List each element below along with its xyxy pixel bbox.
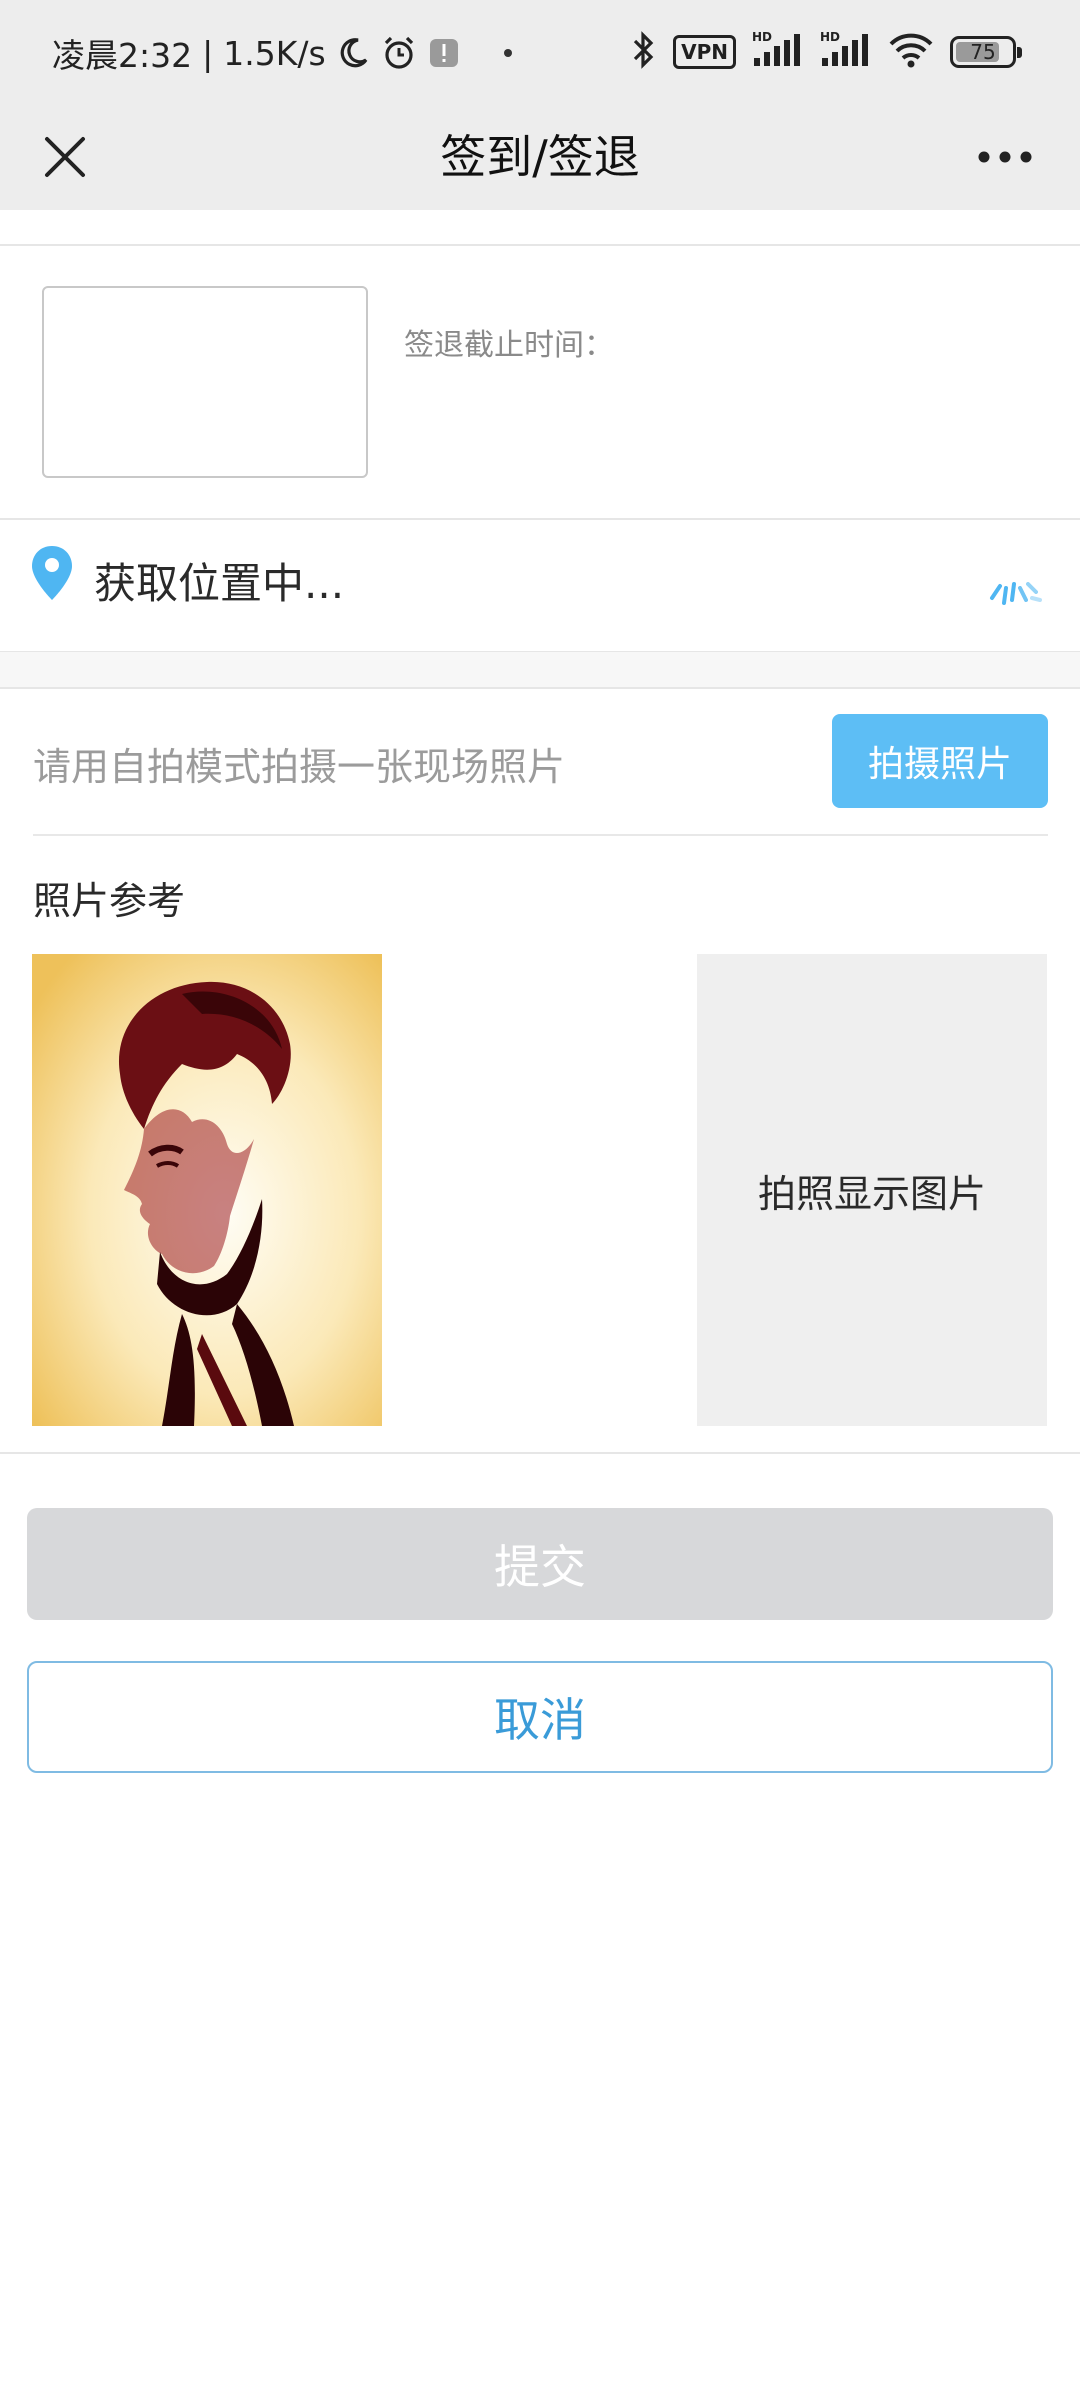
checkin-thumbnail: [42, 286, 368, 478]
submit-button[interactable]: 提交: [27, 1508, 1053, 1620]
more-icon: [978, 151, 1032, 163]
status-bar-left: 凌晨2:32 | 1.5K/s: [52, 30, 512, 76]
battery-icon: 75: [950, 36, 1022, 68]
photo-placeholder-text: 拍照显示图片: [757, 1171, 986, 1216]
status-time: 凌晨2:32: [52, 36, 193, 75]
location-pin-icon: [32, 546, 72, 600]
photo-reference-title: 照片参考: [33, 879, 186, 923]
moon-icon: [336, 36, 370, 70]
status-dot: [503, 49, 512, 57]
section-gap: [0, 652, 1080, 688]
notification-icon: [428, 37, 460, 69]
loading-spinner-icon: [990, 582, 1042, 605]
location-row: 获取位置中...: [0, 520, 1080, 652]
svg-text:HD: HD: [752, 30, 772, 44]
wifi-icon: [888, 31, 934, 73]
signal-icon: HD: [752, 30, 804, 74]
alarm-icon: [380, 34, 418, 72]
vpn-badge: VPN: [673, 35, 736, 69]
battery-level: 75: [970, 40, 996, 64]
svg-text:HD: HD: [820, 30, 840, 44]
take-photo-button[interactable]: 拍摄照片: [832, 714, 1048, 808]
location-status: 获取位置中...: [94, 559, 345, 608]
status-separator: |: [202, 33, 214, 73]
divider: [0, 1452, 1080, 1454]
status-bar-right: VPN HD HD 75: [631, 28, 1022, 76]
divider: [33, 834, 1048, 836]
signal-icon-2: HD: [820, 30, 872, 74]
more-button[interactable]: [960, 122, 1050, 192]
reference-photo: [32, 954, 382, 1426]
status-net-speed: 1.5K/s: [223, 33, 326, 73]
photo-prompt: 请用自拍模式拍摄一张现场照片: [33, 745, 566, 789]
bluetooth-icon: [631, 30, 657, 74]
divider: [0, 244, 1080, 246]
nav-bar: 签到/签退: [0, 104, 1080, 210]
cancel-button[interactable]: 取消: [27, 1661, 1053, 1773]
page-title: 签到/签退: [440, 130, 640, 184]
checkout-deadline-label: 签退截止时间：: [404, 328, 614, 363]
status-bar: 凌晨2:32 | 1.5K/s VPN HD HD 75: [0, 0, 1080, 104]
divider: [0, 687, 1080, 689]
photo-preview-placeholder: 拍照显示图片: [697, 954, 1047, 1426]
